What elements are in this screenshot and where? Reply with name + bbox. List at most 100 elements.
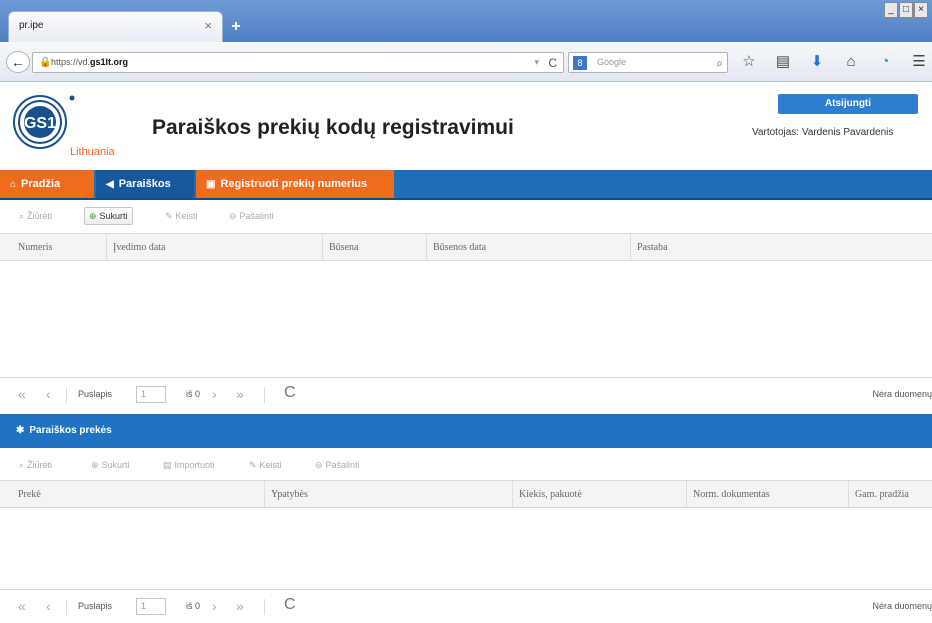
page-input[interactable]: 1	[136, 598, 166, 615]
first-page-button[interactable]: «	[18, 598, 26, 614]
logout-button[interactable]: Atsijungti	[778, 94, 918, 114]
delete-button[interactable]: ⊖ Pašalinti	[224, 207, 279, 225]
last-page-button[interactable]: »	[236, 386, 244, 402]
column-header[interactable]: Numeris	[12, 234, 106, 261]
column-header[interactable]: Pastaba	[630, 234, 932, 261]
prev-page-button[interactable]: ‹	[46, 598, 51, 614]
download-icon[interactable]: ⬇	[808, 53, 826, 71]
reload-icon[interactable]: C	[284, 384, 296, 402]
new-tab-button[interactable]: +	[226, 18, 246, 38]
applications-toolbar: ⌕ Žiūrėti ⊕ Sukurti ✎ Keisti ⊖ Pašalinti	[0, 201, 932, 231]
applications-grid-header: Numeris Įvedimo data Būsena Būsenos data Pas…	[0, 233, 932, 261]
url-bar[interactable]: 🔒 https://vd.gs1lt.org ▾ C	[32, 52, 564, 73]
bookmark-star-icon[interactable]: ☆	[740, 53, 758, 71]
page-count: iš 0	[186, 601, 201, 611]
gs1-logo-graphic: GS1	[13, 95, 75, 149]
page-title: Paraiškos prekių kodų registravimui	[152, 116, 514, 139]
last-page-button[interactable]: »	[236, 598, 244, 614]
prev-page-button[interactable]: ‹	[46, 386, 51, 402]
pager-separator	[264, 387, 265, 403]
home-icon[interactable]: ⌂	[842, 53, 860, 71]
close-window-button[interactable]: ×	[914, 2, 928, 18]
nav-register-label: Registruoti prekių numerius	[220, 178, 368, 190]
item-create-button-label: Sukurti	[101, 460, 130, 470]
edit-icon: ✎	[165, 211, 173, 221]
logo-subtitle: Lithuania	[70, 146, 115, 158]
pager-separator	[66, 387, 67, 403]
reload-icon[interactable]: C	[548, 56, 557, 70]
empty-message: Nėra duomenų	[872, 389, 932, 399]
page-label: Puslapis	[78, 389, 113, 399]
page-input[interactable]: 1	[136, 386, 166, 403]
nav-register[interactable]: ▣ Registruoti prekių numerius	[196, 170, 394, 198]
create-icon: ⊕	[89, 211, 97, 221]
browser-toolbar-icons: ☆ ▤ ⬇ ⌂ ◔ ☰	[740, 53, 928, 71]
column-header[interactable]: Norm. dokumentas	[686, 481, 848, 508]
minimize-button[interactable]: _	[884, 2, 898, 18]
back-button[interactable]: ←	[6, 51, 30, 73]
item-edit-button[interactable]: ✎ Keisti	[244, 456, 287, 474]
create-button[interactable]: ⊕ Sukurti	[84, 207, 133, 225]
nav-applications-label: Paraiškos	[118, 178, 171, 190]
edit-button-label: Keisti	[175, 211, 198, 221]
browser-tab[interactable]: pr.ipe ×	[8, 11, 223, 42]
item-view-button[interactable]: ⌕ Žiūrėti	[14, 456, 57, 474]
item-import-button[interactable]: ▤ Importuoti	[158, 456, 220, 474]
item-delete-button[interactable]: ⊖ Pašalinti	[310, 456, 365, 474]
search-bar[interactable]: 8 Google ⌕	[568, 52, 728, 73]
column-header[interactable]: Būsenos data	[426, 234, 630, 261]
tab-close-icon[interactable]: ×	[204, 18, 212, 33]
items-grid-header: Prekė Ypatybės Kiekis, pakuotė Norm. dokume…	[0, 480, 932, 508]
view-icon: ⌕	[19, 211, 25, 221]
item-delete-button-label: Pašalinti	[325, 460, 360, 470]
url-dropdown-icon[interactable]: ▾	[534, 57, 539, 68]
item-delete-icon: ⊖	[315, 460, 323, 470]
gs1-logo[interactable]: GS1	[12, 94, 82, 154]
search-engine-icon[interactable]: 8	[573, 56, 587, 70]
column-header[interactable]: Gam. pradžia	[848, 481, 932, 508]
browser-navbar: ← 🔒 https://vd.gs1lt.org ▾ C 8 Google ⌕ …	[0, 42, 932, 82]
user-info: Vartotojas: Vardenis Pavardenis	[752, 127, 894, 138]
items-panel-header: ✱ Paraiškos prekės	[0, 414, 932, 448]
search-placeholder: Google	[597, 57, 627, 67]
menu-icon[interactable]: ☰	[910, 53, 928, 71]
delete-button-label: Pašalinti	[239, 211, 274, 221]
url-text: https://vd.gs1lt.org	[51, 57, 129, 67]
pager-separator	[264, 599, 265, 615]
page-label: Puslapis	[78, 601, 113, 611]
applications-grid-body	[0, 261, 932, 377]
item-edit-icon: ✎	[249, 460, 257, 470]
pager-separator	[66, 599, 67, 615]
next-page-button[interactable]: ›	[212, 598, 217, 614]
column-header[interactable]: Būsena	[322, 234, 426, 261]
nav-applications[interactable]: ◀ Paraiškos	[96, 170, 194, 198]
empty-message: Nėra duomenų	[872, 601, 932, 611]
nav-home[interactable]: ⌂ Pradžia	[0, 170, 94, 198]
items-toolbar: ⌕ Žiūrėti ⊕ Sukurti ▤ Importuoti ✎ Keisti ⊖ Pašal…	[0, 450, 932, 480]
applications-pager: « ‹ Puslapis 1 iš 0 › » C Nėra duomenų	[0, 377, 932, 411]
items-pager: « ‹ Puslapis 1 iš 0 › » C Nėra duomenų	[0, 589, 932, 623]
window-controls: _ □ ×	[884, 2, 928, 20]
reload-icon[interactable]: C	[284, 596, 296, 614]
svg-text:GS1: GS1	[24, 115, 56, 132]
page-count: iš 0	[186, 389, 201, 399]
next-page-button[interactable]: ›	[212, 386, 217, 402]
view-button[interactable]: ⌕ Žiūrėti	[14, 207, 57, 225]
item-create-button[interactable]: ⊕ Sukurti	[86, 456, 135, 474]
maximize-button[interactable]: □	[899, 2, 913, 18]
first-page-button[interactable]: «	[18, 386, 26, 402]
search-icon[interactable]: ⌕	[716, 56, 723, 71]
items-panel-title: Paraiškos prekės	[29, 425, 112, 436]
home-icon: ⌂	[10, 179, 17, 190]
column-header[interactable]: Ypatybės	[264, 481, 512, 508]
column-header[interactable]: Kiekis, pakuotė	[512, 481, 686, 508]
register-icon: ▣	[206, 179, 216, 190]
column-header[interactable]: Prekė	[12, 481, 264, 508]
item-import-button-label: Importuoti	[174, 460, 215, 470]
reading-list-icon[interactable]: ▤	[774, 53, 792, 71]
delete-icon: ⊖	[229, 211, 237, 221]
applications-icon: ◀	[106, 179, 114, 190]
sync-icon[interactable]: ◔	[876, 53, 894, 71]
column-header[interactable]: Įvedimo data	[106, 234, 322, 261]
edit-button[interactable]: ✎ Keisti	[160, 207, 203, 225]
